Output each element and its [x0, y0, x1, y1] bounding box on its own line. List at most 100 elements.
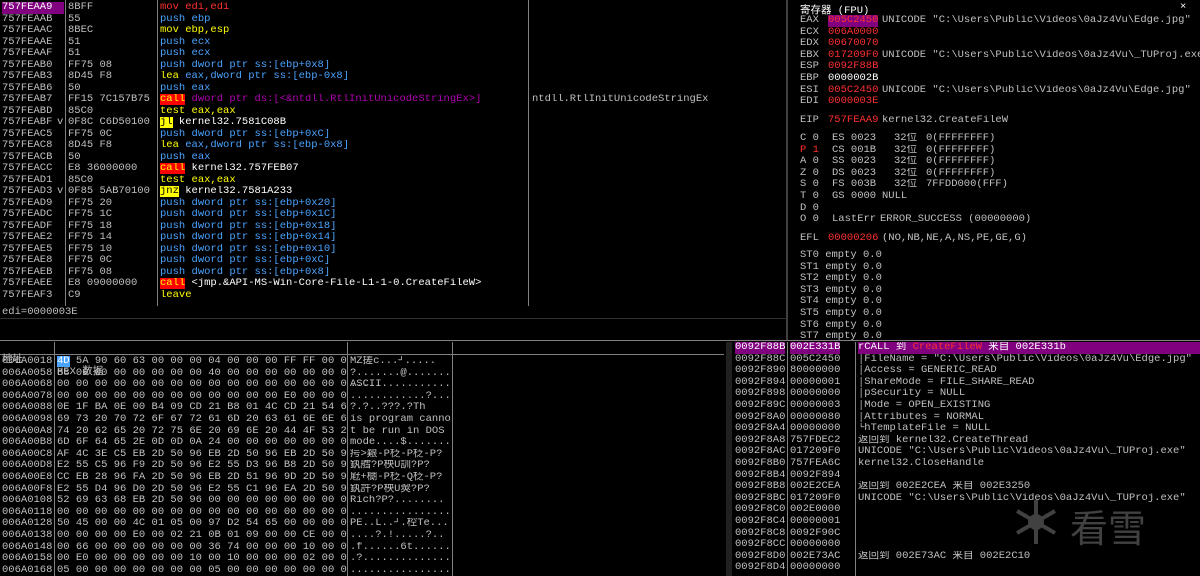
register-row-ecx[interactable]: ECX 006A0000 [800, 27, 1200, 39]
flag-row[interactable]: O 0 LastErr ERROR_SUCCESS (00000000) [800, 214, 1200, 226]
fpu-register-row[interactable]: ST5 empty 0.0 [800, 307, 1200, 320]
dump-hex[interactable]: 00 00 00 00 00 00 00 00 00 00 00 00 E0 0… [57, 391, 347, 403]
register-row-ebp[interactable]: EBP 0000002B [800, 73, 1200, 85]
disasm-row[interactable]: 757FEAD9 FF75 20 push dword ptr ss:[ebp+0x… [0, 198, 786, 210]
disasm-row[interactable]: 757FEAB7 FF15 7C157B75 call dword ptr ds:[… [0, 94, 786, 106]
disasm-address[interactable]: 757FEAF3 [2, 290, 64, 302]
register-value[interactable]: 005C2450 [828, 15, 879, 27]
disasm-address[interactable]: 757FEAAF [2, 48, 64, 60]
disasm-row[interactable]: 757FEAEB FF75 08 push dword ptr ss:[ebp+0x… [0, 267, 786, 279]
dump-hex[interactable]: E2 55 D4 96 D0 2D 50 96 E2 55 C1 96 EA 2… [57, 484, 347, 496]
disasm-instruction[interactable]: push dword ptr ss:[ebp+0x14] [160, 232, 526, 244]
dump-row[interactable]: 006A0018 4D 5A 90 60 63 00 00 00 04 00 00… [0, 356, 724, 368]
disasm-address[interactable]: 757FEAD1 [2, 175, 64, 187]
stack-address[interactable]: 0092F8A4 [735, 423, 785, 435]
stack-value[interactable]: 017209F0 [790, 446, 840, 458]
dump-address[interactable]: 006A0108 [2, 495, 52, 507]
flag-row[interactable]: P 1 CS 001B 32位 0(FFFFFFFF) [800, 145, 1200, 157]
disasm-row[interactable]: 757FEAD3 v 0F85 5AB70100 jnz kernel32.7581A… [0, 186, 786, 198]
dump-row[interactable]: 006A0118 00 00 00 00 00 00 00 00 00 00 00… [0, 507, 724, 519]
disasm-instruction[interactable]: test eax,eax [160, 106, 526, 118]
stack-address[interactable]: 0092F8CC [735, 539, 785, 551]
disassembly-pane[interactable]: 757FEAA9 8BFF mov edi,edi 757FEAAB 55 push eb… [0, 0, 786, 306]
flag-bit[interactable]: C 0 [800, 133, 819, 145]
dump-hex[interactable]: 00 00 00 00 E0 00 02 21 0B 01 09 00 00 C… [57, 530, 347, 542]
disasm-address[interactable]: 757FEACB [2, 152, 64, 164]
stack-row[interactable]: 0092F898 00000000 │pSecurity = NULL [733, 388, 1200, 400]
stack-value[interactable]: 00000003 [790, 400, 840, 412]
disasm-instruction[interactable]: mov edi,edi [160, 2, 526, 14]
disasm-instruction[interactable]: lea eax,dword ptr ss:[ebp-0x8] [160, 71, 526, 83]
disasm-instruction[interactable]: push dword ptr ss:[ebp+0x18] [160, 221, 526, 233]
dump-address[interactable]: 006A0078 [2, 391, 52, 403]
disasm-instruction[interactable]: push dword ptr ss:[ebp+0x8] [160, 267, 526, 279]
dump-ascii[interactable]: t be run in DOS [350, 426, 450, 438]
disasm-address[interactable]: 757FEAC5 [2, 129, 64, 141]
disasm-address[interactable]: 757FEAD3 [2, 186, 64, 198]
disasm-instruction[interactable]: jnz kernel32.7581A233 [160, 186, 526, 198]
disasm-address[interactable]: 757FEAA9 [2, 2, 64, 14]
stack-value[interactable]: 00000000 [790, 388, 840, 400]
dump-row[interactable]: 006A00A8 74 20 62 65 20 72 75 6E 20 69 6E… [0, 426, 724, 438]
disasm-address[interactable]: 757FEAE5 [2, 244, 64, 256]
dump-row[interactable]: 006A00E8 CC EB 28 96 FA 2D 50 96 EB 2D 51… [0, 472, 724, 484]
fpu-register-row[interactable]: ST7 empty 0.0 [800, 331, 1200, 340]
disasm-row[interactable]: 757FEAAB 55 push ebp [0, 14, 786, 26]
disasm-instruction[interactable]: mov ebp,esp [160, 25, 526, 37]
stack-address[interactable]: 0092F8B0 [735, 458, 785, 470]
dump-ascii[interactable]: mode....$....... [350, 437, 450, 449]
disasm-address[interactable]: 757FEAE2 [2, 232, 64, 244]
register-row-esi[interactable]: ESI 005C2450 UNICODE "C:\Users\Public\Vide… [800, 85, 1200, 97]
dump-hex[interactable]: CC EB 28 96 FA 2D 50 96 EB 2D 51 96 9D 2… [57, 472, 347, 484]
dump-address[interactable]: 006A0128 [2, 518, 52, 530]
stack-address[interactable]: 0092F8A8 [735, 435, 785, 447]
stack-address[interactable]: 0092F8D4 [735, 562, 785, 574]
dump-address[interactable]: 006A0148 [2, 542, 52, 554]
stack-address[interactable]: 0092F8B8 [735, 481, 785, 493]
stack-row[interactable]: 0092F88B 002E331B rCALL 到 CreateFileW 来自 0… [733, 342, 1200, 354]
stack-value[interactable]: 017209F0 [790, 493, 840, 505]
register-row-eax[interactable]: EAX 005C2450 UNICODE "C:\Users\Public\Vide… [800, 15, 1200, 27]
stack-value[interactable]: 005C2450 [790, 354, 840, 366]
stack-address[interactable]: 0092F8BC [735, 493, 785, 505]
stack-row[interactable]: 0092F8B0 757FEA6C kernel32.CloseHandle [733, 458, 1200, 470]
vertical-splitter[interactable] [786, 0, 788, 340]
disasm-address[interactable]: 757FEADF [2, 221, 64, 233]
stack-address[interactable]: 0092F88C [735, 354, 785, 366]
disasm-instruction[interactable]: call <jmp.&API-MS-Win-Core-File-L1-1-0.C… [160, 278, 526, 290]
dump-row[interactable]: 006A0098 69 73 20 70 72 6F 67 72 61 6D 20… [0, 414, 724, 426]
stack-row[interactable]: 0092F894 00000001 │ShareMode = FILE_SHARE_… [733, 377, 1200, 389]
disasm-row[interactable]: 757FEACC E8 36000000 call kernel32.757FEB0… [0, 163, 786, 175]
disasm-row[interactable]: 757FEAE5 FF75 10 push dword ptr ss:[ebp+0x… [0, 244, 786, 256]
flag-row[interactable]: T 0 GS 0000 NULL [800, 191, 1200, 203]
dump-address[interactable]: 006A0088 [2, 402, 52, 414]
dump-row[interactable]: 006A0138 00 00 00 00 E0 00 02 21 0B 01 09… [0, 530, 724, 542]
dump-row[interactable]: 006A0168 05 00 00 00 00 00 00 00 05 00 00… [0, 565, 724, 576]
dump-ascii[interactable]: Rich?P?........ [350, 495, 450, 507]
disasm-instruction[interactable]: push ecx [160, 37, 526, 49]
stack-row[interactable]: 0092F88C 005C2450 │FileName = "C:\Users\Pu… [733, 354, 1200, 366]
dump-row[interactable]: 006A0108 52 69 63 68 EB 2D 50 96 00 00 00… [0, 495, 724, 507]
disasm-row[interactable]: 757FEADF FF75 18 push dword ptr ss:[ebp+0x… [0, 221, 786, 233]
dump-hex[interactable]: 4D 5A 90 60 63 00 00 00 04 00 00 00 FF F… [57, 356, 347, 368]
stack-row[interactable]: 0092F8A8 757FDEC2 返回到 kernel32.CreateThrea… [733, 435, 1200, 447]
dump-address[interactable]: 006A0138 [2, 530, 52, 542]
dump-hex[interactable]: 52 69 63 68 EB 2D 50 96 00 00 00 00 00 0… [57, 495, 347, 507]
flag-row[interactable]: C 0 ES 0023 32位 0(FFFFFFFF) [800, 133, 1200, 145]
dump-ascii[interactable]: ................ [350, 565, 450, 576]
dump-row[interactable]: 006A0148 00 66 00 00 00 00 00 00 36 74 00… [0, 542, 724, 554]
register-value[interactable]: 017209F0 [828, 50, 878, 62]
disasm-row[interactable]: 757FEAE8 FF75 0C push dword ptr ss:[ebp+0x… [0, 255, 786, 267]
dump-address[interactable]: 006A0068 [2, 379, 52, 391]
disasm-instruction[interactable]: push eax [160, 83, 526, 95]
dump-ascii[interactable]: 釻艝?P柍U訓?P? [350, 460, 450, 472]
dump-hex[interactable]: E2 55 C5 96 F9 2D 50 96 E2 55 D3 96 B8 2… [57, 460, 347, 472]
hex-dump-pane[interactable]: 地址 HEX 数据 ASCII 006A0018 4D 5A 90 60 63 0… [0, 342, 724, 576]
disasm-instruction[interactable]: push dword ptr ss:[ebp+0x10] [160, 244, 526, 256]
disasm-row[interactable]: 757FEABF v 0F8C C6D50100 jl kernel32.7581C0… [0, 117, 786, 129]
dump-address[interactable]: 006A00B8 [2, 437, 52, 449]
stack-value[interactable]: 002E331B [790, 342, 841, 354]
dump-hex[interactable]: 6D 6F 64 65 2E 0D 0D 0A 24 00 00 00 00 0… [57, 437, 347, 449]
dump-row[interactable]: 006A00D8 E2 55 C5 96 F9 2D 50 96 E2 55 D3… [0, 460, 724, 472]
disasm-instruction[interactable]: lea eax,dword ptr ss:[ebp-0x8] [160, 140, 526, 152]
